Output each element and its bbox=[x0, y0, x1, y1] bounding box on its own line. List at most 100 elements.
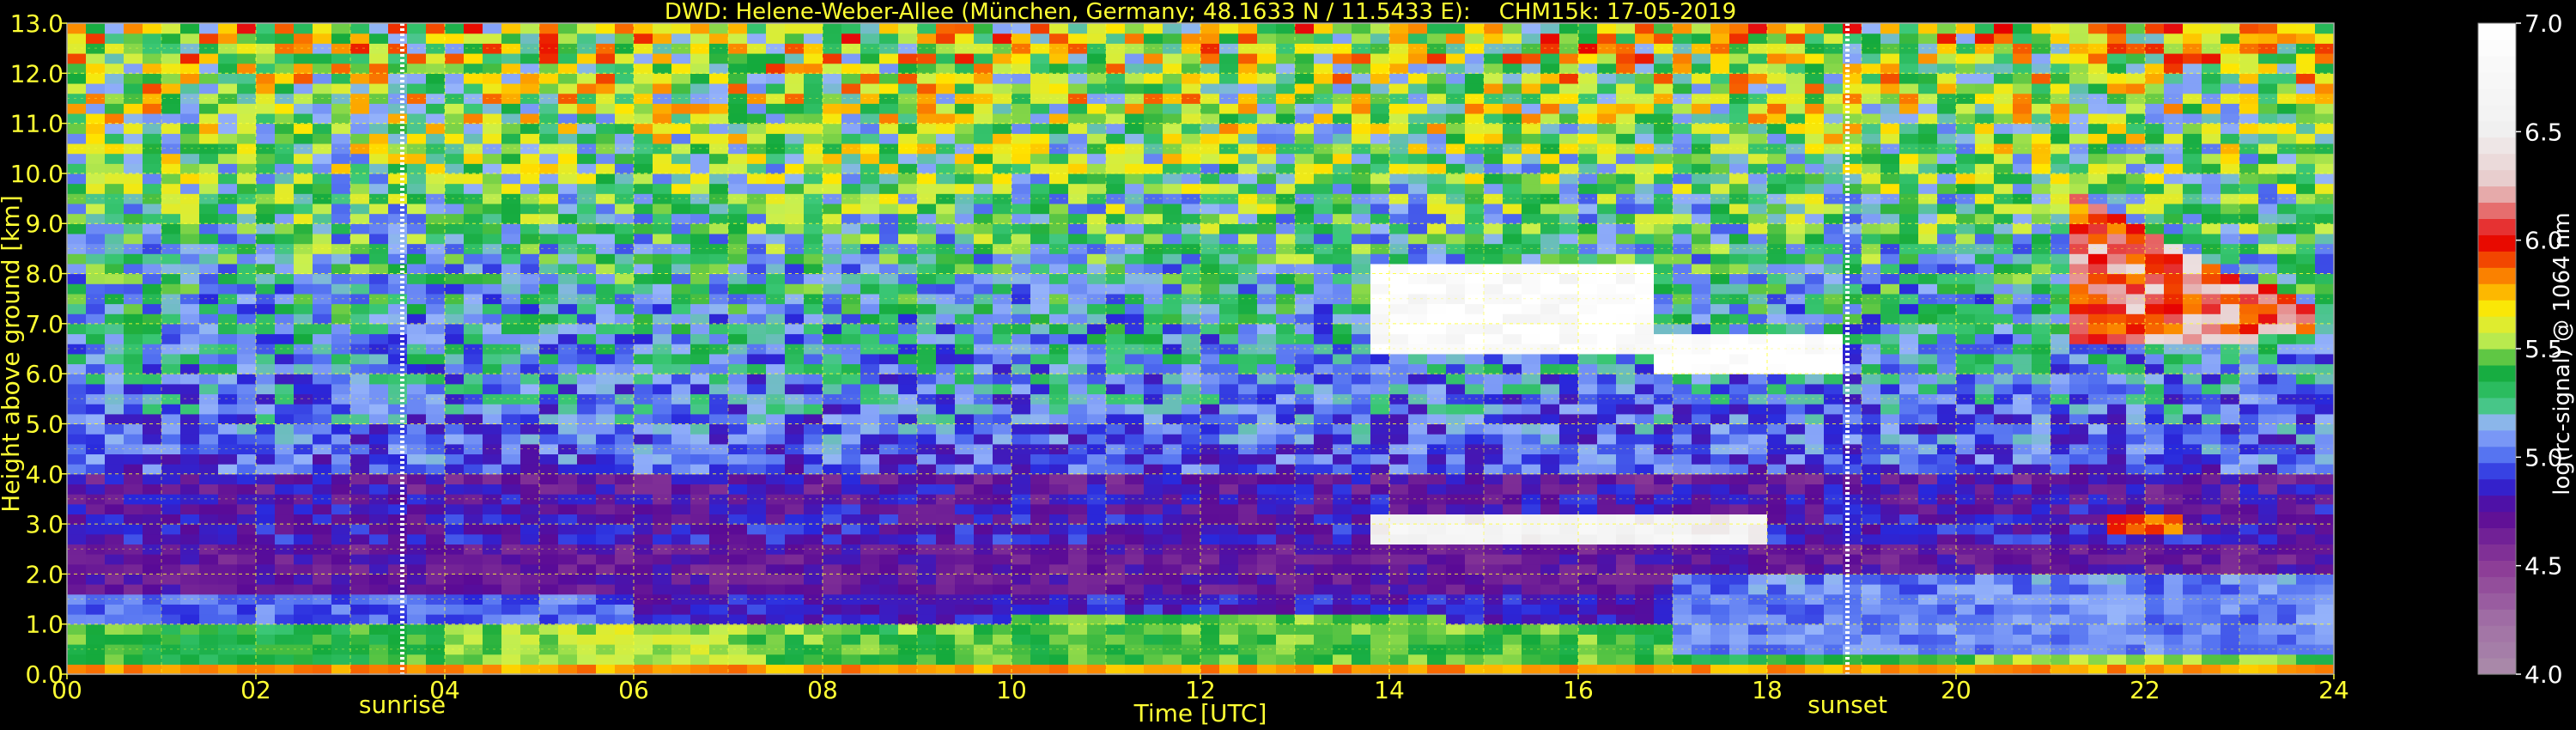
heatmap-cell bbox=[388, 554, 408, 565]
heatmap-cell bbox=[690, 664, 710, 675]
heatmap-cell bbox=[634, 153, 653, 164]
heatmap-cell bbox=[1238, 263, 1258, 275]
heatmap-cell bbox=[426, 383, 446, 395]
heatmap-cell bbox=[1087, 353, 1107, 365]
heatmap-cell bbox=[520, 544, 540, 555]
heatmap-cell bbox=[407, 143, 427, 155]
heatmap-cell bbox=[218, 423, 238, 435]
heatmap-cell bbox=[180, 453, 200, 465]
heatmap-cell bbox=[1408, 183, 1428, 194]
heatmap-cell bbox=[615, 563, 635, 575]
heatmap-cell bbox=[464, 23, 483, 34]
heatmap-cell bbox=[501, 313, 521, 325]
heatmap-cell bbox=[86, 554, 106, 565]
heatmap-cell bbox=[634, 103, 653, 114]
heatmap-cell bbox=[1314, 584, 1334, 595]
heatmap-cell bbox=[67, 514, 87, 525]
heatmap-cell bbox=[1049, 524, 1069, 535]
heatmap-cell bbox=[1182, 443, 1201, 455]
heatmap-cell bbox=[275, 243, 295, 254]
heatmap-cell bbox=[1352, 63, 1371, 74]
heatmap-cell bbox=[898, 544, 918, 555]
heatmap-cell bbox=[464, 73, 483, 84]
heatmap-cell bbox=[331, 243, 351, 254]
heatmap-cell bbox=[1314, 374, 1334, 385]
heatmap-cell bbox=[1427, 263, 1447, 275]
heatmap-cell bbox=[804, 103, 823, 114]
heatmap-cell bbox=[464, 363, 483, 374]
heatmap-cell bbox=[143, 644, 162, 655]
heatmap-cell bbox=[1465, 233, 1485, 245]
heatmap-cell bbox=[1465, 203, 1485, 215]
heatmap-cell bbox=[728, 383, 748, 395]
heatmap-cell bbox=[180, 323, 200, 335]
heatmap-cell bbox=[1370, 404, 1390, 415]
heatmap-cell bbox=[709, 93, 729, 104]
heatmap-cell bbox=[558, 63, 578, 74]
heatmap-cell bbox=[747, 563, 767, 575]
heatmap-cell bbox=[860, 163, 880, 174]
heatmap-cell bbox=[539, 434, 559, 445]
heatmap-cell bbox=[596, 303, 616, 314]
heatmap-cell bbox=[1200, 143, 1220, 155]
heatmap-cell bbox=[823, 52, 842, 64]
heatmap-cell bbox=[161, 333, 181, 344]
heatmap-cell bbox=[993, 383, 1012, 395]
heatmap-cell bbox=[426, 323, 446, 335]
heatmap-cell bbox=[558, 634, 578, 645]
heatmap-cell bbox=[1238, 113, 1258, 125]
heatmap-cell bbox=[1295, 253, 1315, 265]
heatmap-cell bbox=[879, 634, 899, 645]
heatmap-cell bbox=[1446, 213, 1466, 224]
heatmap-cell bbox=[974, 634, 993, 645]
heatmap-cell bbox=[993, 153, 1012, 164]
heatmap-cell bbox=[879, 503, 899, 515]
heatmap-cell bbox=[709, 82, 729, 94]
heatmap-cell bbox=[369, 634, 389, 645]
heatmap-cell bbox=[1333, 344, 1352, 355]
heatmap-cell bbox=[369, 173, 389, 185]
heatmap-cell bbox=[180, 383, 200, 395]
heatmap-cell bbox=[596, 574, 616, 585]
heatmap-cell bbox=[1276, 93, 1296, 104]
heatmap-cell bbox=[180, 404, 200, 415]
heatmap-cell bbox=[105, 484, 125, 495]
heatmap-cell bbox=[350, 263, 370, 275]
heatmap-cell bbox=[955, 143, 975, 155]
heatmap-cell bbox=[690, 273, 710, 284]
heatmap-cell bbox=[785, 453, 805, 465]
heatmap-cell bbox=[879, 654, 899, 665]
heatmap-cell bbox=[993, 533, 1012, 544]
heatmap-cell bbox=[823, 93, 842, 104]
heatmap-cell bbox=[331, 203, 351, 215]
heatmap-cell bbox=[1012, 253, 1031, 265]
heatmap-cell bbox=[1257, 223, 1277, 234]
heatmap-cell bbox=[520, 464, 540, 475]
heatmap-cell bbox=[407, 153, 427, 164]
heatmap-cell bbox=[1049, 473, 1069, 485]
heatmap-cell bbox=[634, 434, 653, 445]
heatmap-cell bbox=[1012, 604, 1031, 615]
heatmap-cell bbox=[388, 203, 408, 215]
heatmap-cell bbox=[1238, 604, 1258, 615]
heatmap-cell bbox=[974, 173, 993, 185]
heatmap-cell bbox=[596, 604, 616, 615]
heatmap-cell bbox=[1049, 133, 1069, 144]
heatmap-cell bbox=[577, 604, 597, 615]
heatmap-cell bbox=[294, 253, 313, 265]
heatmap-cell bbox=[1144, 273, 1163, 284]
heatmap-cell bbox=[558, 193, 578, 204]
heatmap-cell bbox=[218, 473, 238, 485]
heatmap-cell bbox=[105, 413, 125, 425]
heatmap-cell bbox=[445, 554, 465, 565]
heatmap-cell bbox=[841, 533, 861, 544]
heatmap-cell bbox=[823, 163, 842, 174]
heatmap-cell bbox=[1352, 333, 1371, 344]
heatmap-cell bbox=[237, 353, 257, 365]
heatmap-cell bbox=[426, 634, 446, 645]
heatmap-cell bbox=[1352, 664, 1371, 675]
heatmap-cell bbox=[993, 473, 1012, 485]
heatmap-cell bbox=[1465, 333, 1485, 344]
heatmap-cell bbox=[161, 434, 181, 445]
heatmap-cell bbox=[860, 563, 880, 575]
